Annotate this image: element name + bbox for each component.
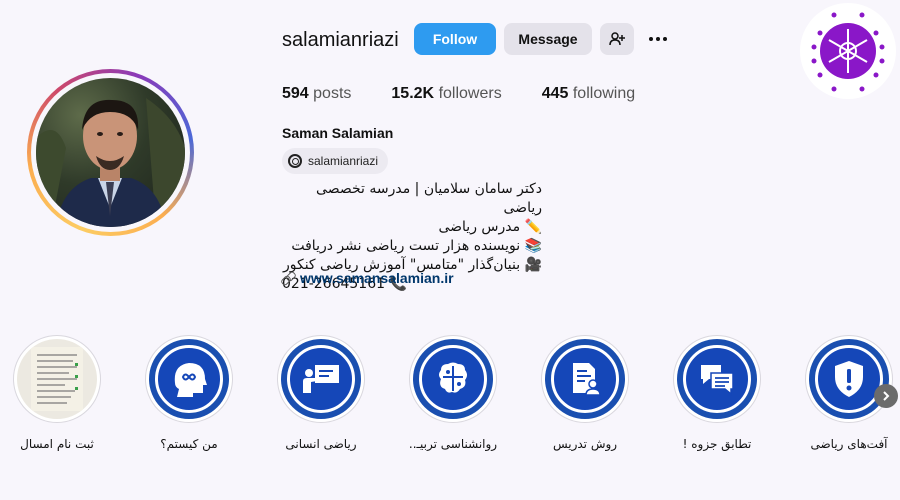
highlight-cover <box>805 335 893 423</box>
chat-bubbles-icon <box>701 365 734 396</box>
stat-following[interactable]: 445 following <box>542 85 635 103</box>
highlight-item[interactable]: تطابق جزوه ! <box>667 335 767 451</box>
profile-avatar[interactable] <box>27 69 194 236</box>
story-highlights: ثبت نام امسال من کیستم؟ ریاضی انسانی روا… <box>0 335 900 465</box>
highlight-cover <box>13 335 101 423</box>
highlight-cover <box>277 335 365 423</box>
suggest-similar-button[interactable] <box>600 23 634 55</box>
highlight-cover <box>541 335 629 423</box>
highlight-label: من کیستم؟ <box>160 437 218 451</box>
avatar-gap <box>31 73 190 232</box>
more-options-button[interactable] <box>644 27 672 51</box>
highlight-label: ریاضی انسانی <box>285 437 357 451</box>
threads-handle: salamianriazi <box>308 154 379 168</box>
chevron-right-icon <box>883 391 890 401</box>
highlight-label: آفت‌های ریاضی <box>810 437 888 451</box>
highlight-label: ثبت نام امسال <box>20 437 94 451</box>
link-icon <box>282 272 294 284</box>
snowflake-logo <box>811 12 885 92</box>
highlight-label: تطابق جزوه ! <box>682 437 752 451</box>
highlight-cover <box>409 335 497 423</box>
bio-line: دکتر سامان سلامیان | مدرسه تخصصی ریاضی <box>316 181 542 216</box>
avatar-portrait <box>36 98 185 227</box>
document-thumbnail <box>17 339 97 419</box>
profile-username: salamianriazi <box>282 29 399 51</box>
website-link[interactable]: www.samansalamian.ir <box>300 270 454 286</box>
bio-line: 📚 نویسنده هزار تست ریاضی نشر دریافت <box>291 238 542 254</box>
highlight-cover <box>145 335 233 423</box>
infinity-head-icon <box>174 363 207 397</box>
profile-stats: 594 posts 15.2K followers 445 following <box>282 85 675 103</box>
stat-followers[interactable]: 15.2K followers <box>391 85 501 103</box>
highlight-item[interactable]: ریاضی انسانی <box>271 335 371 451</box>
message-button[interactable]: Message <box>504 23 592 55</box>
highlights-next-button[interactable] <box>874 384 898 408</box>
profile-full-name: Saman Salamian <box>282 125 394 141</box>
stat-posts: 594 posts <box>282 85 352 102</box>
warning-shield-icon <box>835 361 863 397</box>
threads-badge[interactable]: salamianriazi <box>282 148 389 174</box>
highlight-item[interactable]: روش تدریس <box>535 335 635 451</box>
person-plus-icon <box>609 32 625 46</box>
highlight-cover <box>673 335 761 423</box>
threads-icon <box>288 154 302 168</box>
document-user-icon <box>573 363 601 396</box>
document-thumbnail-icon <box>31 347 83 411</box>
brand-logo <box>800 3 896 99</box>
teacher-board-icon <box>303 365 339 393</box>
profile-website[interactable]: www.samansalamian.ir <box>282 270 454 286</box>
highlight-item[interactable]: ثبت نام امسال <box>7 335 107 451</box>
bio-line: ✏️ مدرس ریاضی <box>438 219 542 235</box>
highlight-item[interactable]: من کیستم؟ <box>139 335 239 451</box>
highlight-item[interactable]: روانشناسی تربیـ.. <box>403 335 503 451</box>
more-horizontal-icon <box>649 37 653 41</box>
highlight-label: روانشناسی تربیـ.. <box>408 437 498 451</box>
follow-button[interactable]: Follow <box>414 23 496 55</box>
highlight-label: روش تدریس <box>552 437 618 451</box>
brain-puzzle-icon <box>439 362 467 393</box>
avatar-photo <box>36 78 185 227</box>
